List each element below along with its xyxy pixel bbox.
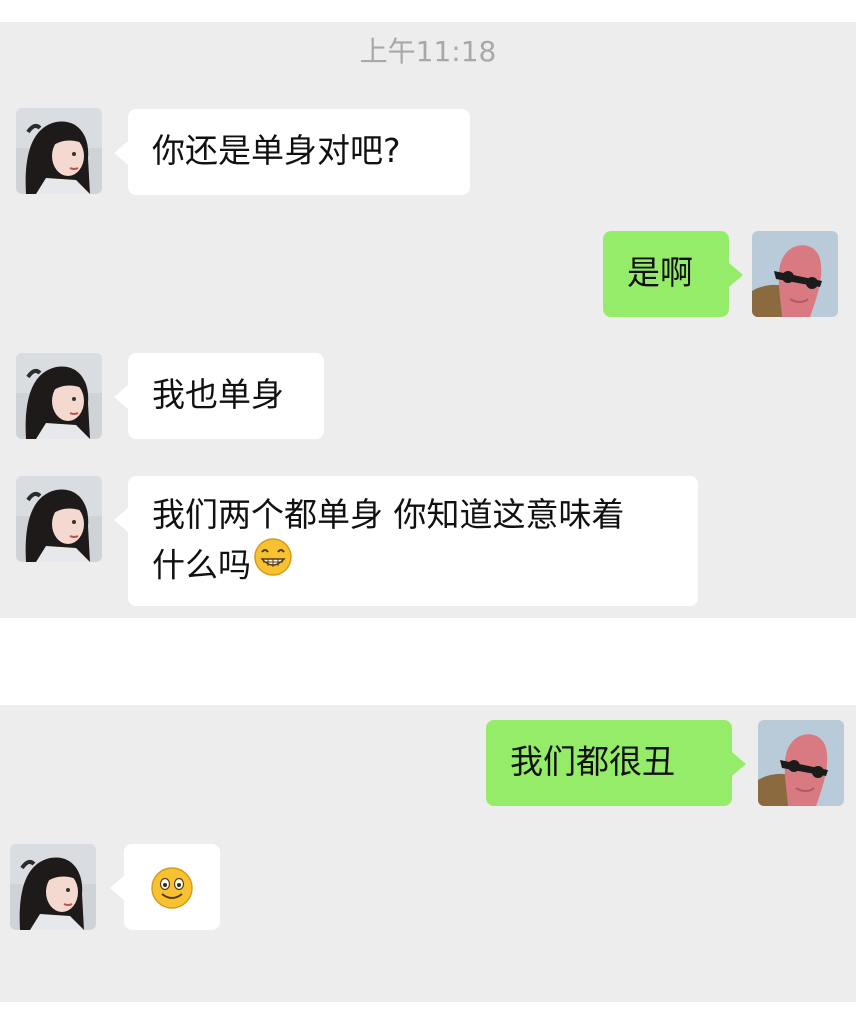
contact-avatar[interactable] (10, 844, 96, 930)
contact-avatar[interactable] (16, 353, 102, 439)
chat-timestamp: 上午11:18 (359, 35, 497, 68)
message-bubble-incoming[interactable]: 你还是单身对吧? (114, 109, 470, 195)
message-bubble-incoming[interactable] (110, 844, 220, 930)
contact-avatar[interactable] (16, 476, 102, 562)
message-text-line: 什么吗 (152, 545, 251, 585)
message-bubble-incoming[interactable]: 我们两个都单身 你知道这意味着 什么吗 (114, 476, 698, 606)
my-avatar[interactable] (758, 720, 844, 806)
message-text: 我也单身 (152, 375, 284, 414)
message-bubble-incoming[interactable]: 我也单身 (114, 353, 324, 439)
message-bubble-outgoing[interactable]: 我们都很丑 (486, 720, 746, 806)
grinning-face-emoji-icon (253, 537, 293, 591)
smiling-face-emoji-icon (150, 867, 194, 918)
my-avatar[interactable] (752, 231, 838, 317)
message-text: 你还是单身对吧? (152, 131, 401, 170)
message-bubble-outgoing[interactable]: 是啊 (603, 231, 743, 317)
message-text-line: 我们两个都单身 你知道这意味着 (152, 495, 625, 534)
contact-avatar[interactable] (16, 108, 102, 194)
message-text: 我们都很丑 (510, 742, 675, 781)
message-text: 是啊 (627, 253, 693, 292)
message-text-line-2: 什么吗 (152, 537, 674, 594)
